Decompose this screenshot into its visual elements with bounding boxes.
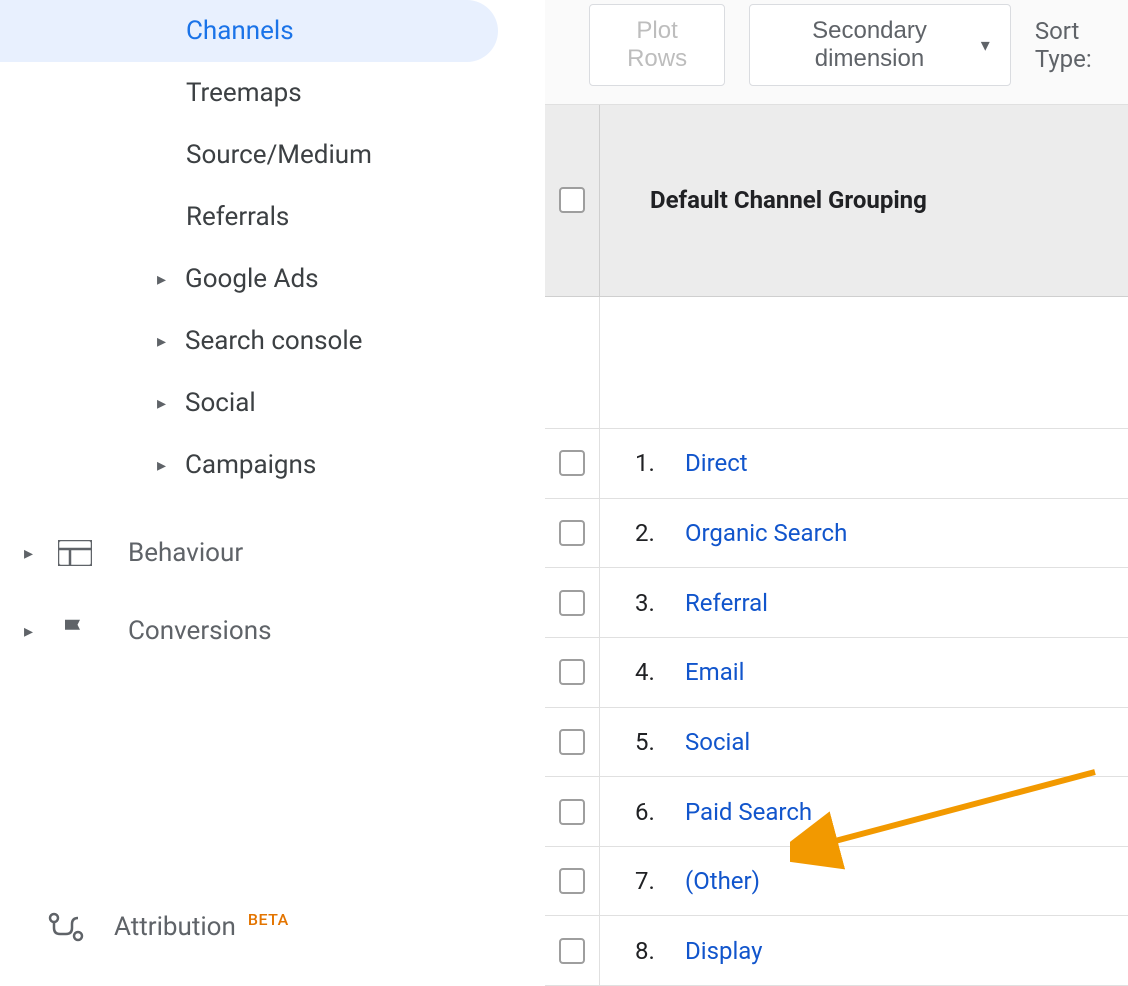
sidebar-item-label: Treemaps xyxy=(186,78,302,108)
sidebar-item-label: Channels xyxy=(186,16,294,46)
sidebar-item-label: Campaigns xyxy=(185,450,316,480)
column-header-label: Default Channel Grouping xyxy=(650,186,927,214)
select-all-cell[interactable] xyxy=(545,105,600,296)
table-row: 3. Referral xyxy=(545,568,1128,638)
sidebar-item-label: Google Ads xyxy=(185,264,319,294)
column-header-channel-grouping[interactable]: Default Channel Grouping xyxy=(600,105,1128,296)
caret-right-icon xyxy=(157,331,185,352)
row-number: 2. xyxy=(635,519,685,547)
row-number: 3. xyxy=(635,589,685,617)
row-number: 5. xyxy=(635,728,685,756)
sidebar-item-label: Attribution xyxy=(114,912,236,942)
channel-link-organic-search[interactable]: Organic Search xyxy=(685,519,847,547)
sidebar-item-google-ads[interactable]: Google Ads xyxy=(0,248,545,310)
table-row: 2. Organic Search xyxy=(545,499,1128,569)
sidebar: Channels Treemaps Source/Medium Referral… xyxy=(0,0,545,986)
channel-link-referral[interactable]: Referral xyxy=(685,589,768,617)
row-checkbox[interactable] xyxy=(559,450,585,476)
row-checkbox[interactable] xyxy=(559,868,585,894)
sidebar-item-referrals[interactable]: Referrals xyxy=(0,186,545,248)
table-row: 5. Social xyxy=(545,708,1128,778)
row-checkbox[interactable] xyxy=(559,799,585,825)
sort-type-label: Sort Type: xyxy=(1035,17,1128,73)
behaviour-icon xyxy=(50,540,100,566)
channel-link-other[interactable]: (Other) xyxy=(685,867,760,895)
sidebar-item-search-console[interactable]: Search console xyxy=(0,310,545,372)
row-number: 8. xyxy=(635,937,685,965)
sidebar-section-behaviour[interactable]: Behaviour xyxy=(0,514,545,592)
button-label: Secondary dimension xyxy=(770,17,969,73)
channel-link-social[interactable]: Social xyxy=(685,728,750,756)
toolbar: Plot Rows Secondary dimension Sort Type: xyxy=(545,0,1128,105)
sidebar-section-conversions[interactable]: Conversions xyxy=(0,592,545,670)
plot-rows-button[interactable]: Plot Rows xyxy=(589,4,725,86)
row-number: 1. xyxy=(635,449,685,477)
table-row: 6. Paid Search xyxy=(545,777,1128,847)
table-row: 1. Direct xyxy=(545,429,1128,499)
select-all-checkbox[interactable] xyxy=(559,187,585,213)
channel-link-email[interactable]: Email xyxy=(685,658,744,686)
caret-right-icon xyxy=(157,393,185,414)
main-content: Plot Rows Secondary dimension Sort Type:… xyxy=(545,0,1128,986)
row-number: 4. xyxy=(635,658,685,686)
sidebar-item-label: Search console xyxy=(185,326,362,356)
beta-badge: BETA xyxy=(248,910,289,929)
chevron-down-icon xyxy=(981,35,990,56)
row-checkbox[interactable] xyxy=(559,938,585,964)
channel-link-direct[interactable]: Direct xyxy=(685,449,748,477)
row-checkbox[interactable] xyxy=(559,729,585,755)
sidebar-item-treemaps[interactable]: Treemaps xyxy=(0,62,545,124)
table-row: 4. Email xyxy=(545,638,1128,708)
channel-link-paid-search[interactable]: Paid Search xyxy=(685,798,812,826)
button-label: Plot Rows xyxy=(610,17,704,73)
channel-link-display[interactable]: Display xyxy=(685,937,763,965)
row-number: 6. xyxy=(635,798,685,826)
sidebar-section-label: Behaviour xyxy=(128,538,243,568)
caret-right-icon xyxy=(157,455,185,476)
table-header-row: Default Channel Grouping xyxy=(545,105,1128,297)
caret-right-icon xyxy=(157,269,185,290)
sidebar-item-attribution[interactable]: Attribution BETA xyxy=(0,892,545,962)
row-number: 7. xyxy=(635,867,685,895)
table-row: 8. Display xyxy=(545,916,1128,986)
sidebar-item-label: Source/Medium xyxy=(186,140,372,170)
table-row: 7. (Other) xyxy=(545,847,1128,917)
sidebar-item-label: Social xyxy=(185,388,256,418)
caret-right-icon xyxy=(24,621,42,642)
flag-icon xyxy=(50,616,100,646)
sidebar-section-label: Conversions xyxy=(128,616,271,646)
sidebar-item-social[interactable]: Social xyxy=(0,372,545,434)
row-checkbox[interactable] xyxy=(559,659,585,685)
sidebar-item-channels[interactable]: Channels xyxy=(0,0,498,62)
row-checkbox[interactable] xyxy=(559,590,585,616)
attribution-icon xyxy=(48,912,84,942)
sidebar-item-label: Referrals xyxy=(186,202,289,232)
sidebar-item-source-medium[interactable]: Source/Medium xyxy=(0,124,545,186)
row-checkbox[interactable] xyxy=(559,520,585,546)
summary-row xyxy=(545,297,1128,429)
sidebar-item-campaigns[interactable]: Campaigns xyxy=(0,434,545,496)
secondary-dimension-dropdown[interactable]: Secondary dimension xyxy=(749,4,1011,86)
caret-right-icon xyxy=(24,543,42,564)
